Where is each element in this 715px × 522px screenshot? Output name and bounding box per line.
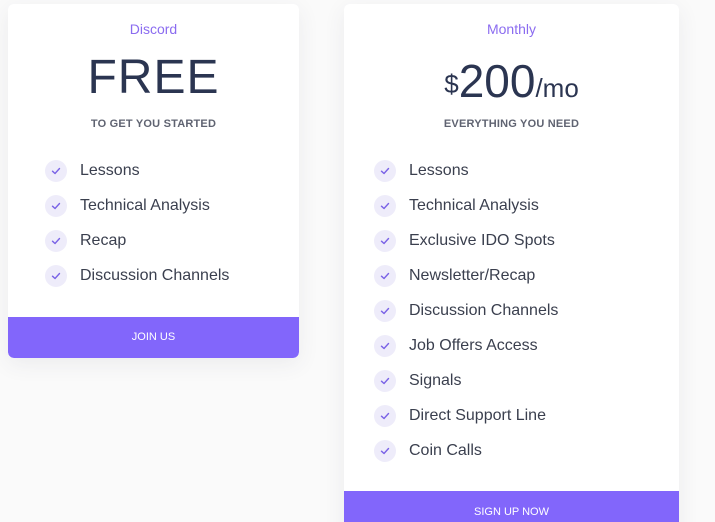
check-icon [374, 439, 396, 462]
plan-name: Discord [129, 21, 178, 37]
feature-label: Coin Calls [409, 441, 482, 459]
sign-up-button[interactable]: SIGN UP NOW [344, 491, 679, 522]
feature-item: Lessons [45, 153, 229, 188]
check-icon [45, 194, 67, 217]
feature-label: Job Offers Access [409, 336, 538, 354]
feature-item: Job Offers Access [374, 328, 558, 363]
feature-item: Newsletter/Recap [374, 258, 558, 293]
check-icon [374, 404, 396, 427]
plan-card-monthly: Monthly $200/mo EVERYTHING YOU NEED Less… [344, 4, 679, 522]
check-icon [374, 194, 396, 217]
feature-item: Technical Analysis [45, 188, 229, 223]
feature-label: Technical Analysis [80, 196, 210, 214]
feature-item: Discussion Channels [45, 258, 229, 293]
feature-item: Recap [45, 223, 229, 258]
price-currency: $ [444, 69, 459, 99]
check-icon [374, 159, 396, 182]
price-amount: 200 [458, 55, 536, 107]
feature-item: Coin Calls [374, 433, 558, 468]
feature-label: Exclusive IDO Spots [409, 231, 555, 249]
plan-subtitle: TO GET YOU STARTED [90, 118, 217, 130]
check-icon [374, 264, 396, 287]
check-icon [374, 229, 396, 252]
feature-label: Lessons [409, 161, 469, 179]
check-icon [45, 229, 67, 252]
plan-card-discord: Discord FREE TO GET YOU STARTED Lessons … [8, 4, 299, 358]
feature-item: Lessons [374, 153, 558, 188]
check-icon [374, 369, 396, 392]
check-icon [45, 264, 67, 287]
feature-label: Newsletter/Recap [409, 266, 536, 284]
plan-name: Monthly [486, 21, 537, 37]
feature-item: Technical Analysis [374, 188, 558, 223]
plan-subtitle: EVERYTHING YOU NEED [443, 118, 580, 130]
feature-item: Signals [374, 363, 558, 398]
price-period: /mo [535, 73, 579, 103]
feature-list: Lessons Technical Analysis Exclusive IDO… [374, 153, 558, 468]
feature-label: Recap [80, 231, 127, 249]
feature-label: Lessons [80, 161, 140, 179]
join-us-button[interactable]: JOIN US [8, 317, 299, 358]
check-icon [45, 159, 67, 182]
pricing-section: Discord FREE TO GET YOU STARTED Lessons … [0, 0, 715, 522]
feature-list: Lessons Technical Analysis Recap Discuss… [45, 153, 229, 293]
check-icon [374, 299, 396, 322]
plan-price: FREE [87, 51, 220, 104]
feature-item: Direct Support Line [374, 398, 558, 433]
feature-label: Direct Support Line [409, 406, 546, 424]
feature-label: Discussion Channels [409, 301, 559, 319]
check-icon [374, 334, 396, 357]
plan-price: $200/mo [344, 58, 679, 104]
feature-item: Discussion Channels [374, 293, 558, 328]
feature-label: Discussion Channels [80, 266, 230, 284]
feature-label: Technical Analysis [409, 196, 539, 214]
feature-label: Signals [409, 371, 462, 389]
feature-item: Exclusive IDO Spots [374, 223, 558, 258]
